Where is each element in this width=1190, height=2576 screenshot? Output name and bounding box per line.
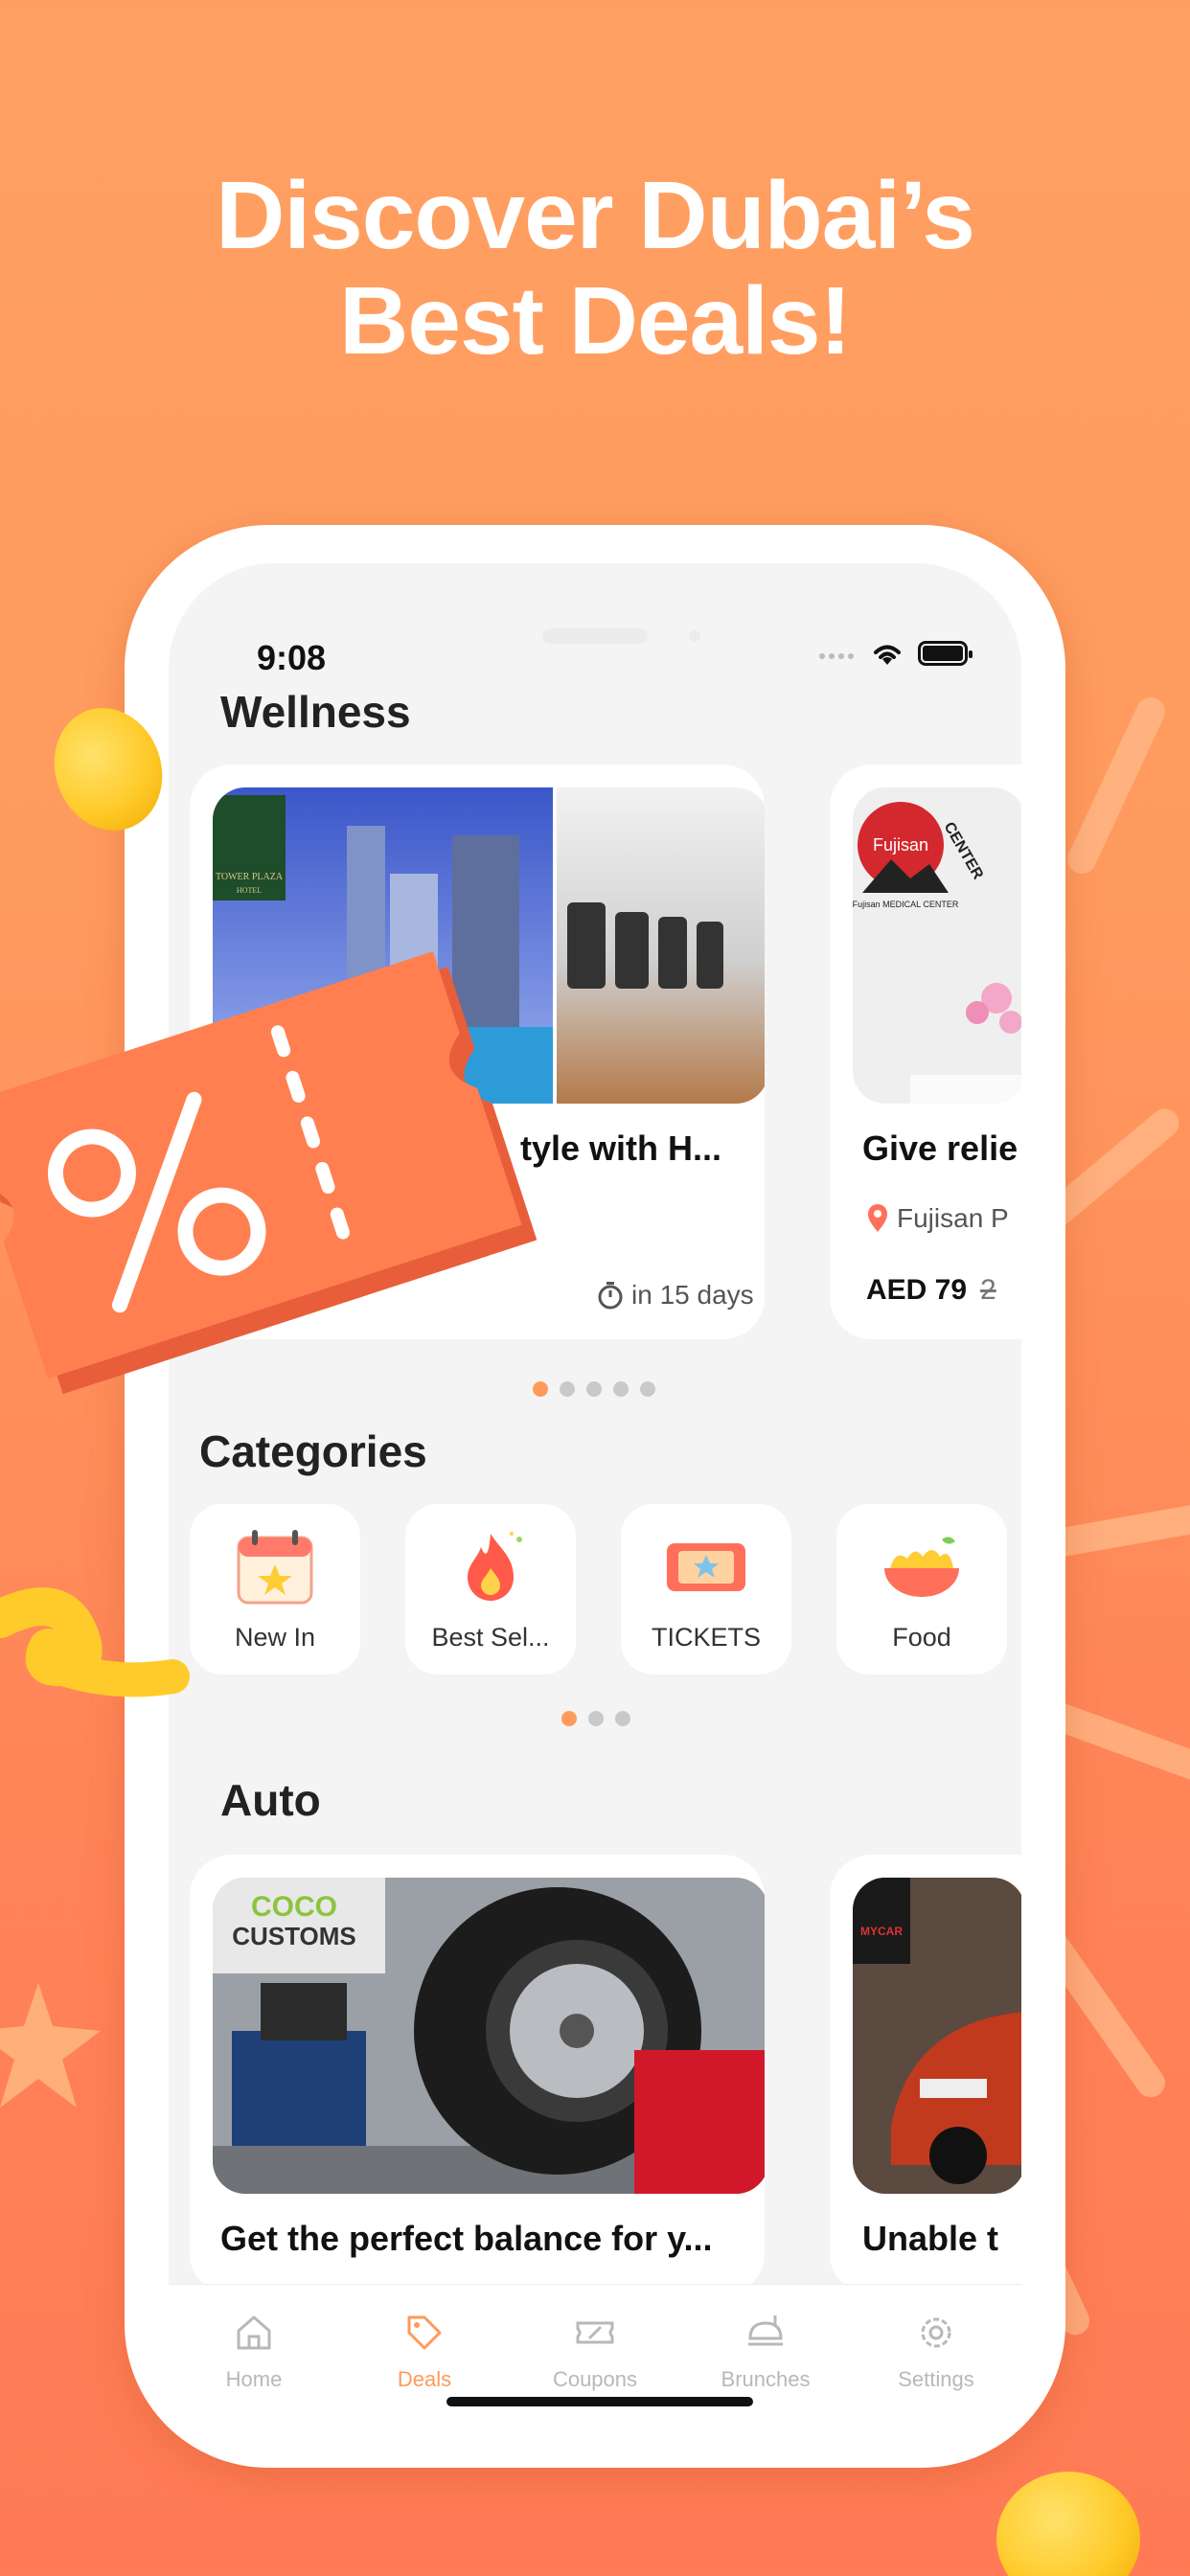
app-screen: 9:08 Wellness TOWER PLAZA HOTEL tyle wit… [169,563,1021,2429]
pager-dot[interactable] [586,1381,602,1397]
section-title-wellness: Wellness [220,687,411,737]
tab-bar: Home Deals Coupons Brunches Settings [169,2284,1021,2429]
headline: Discover Dubai’s Best Deals! [0,163,1190,374]
tab-deals[interactable]: Deals [339,2312,510,2392]
pager-dot[interactable] [640,1381,655,1397]
status-time: 9:08 [257,638,327,677]
tab-home[interactable]: Home [169,2312,339,2392]
tab-brunches[interactable]: Brunches [680,2312,851,2392]
headline-line2: Best Deals! [339,267,852,375]
deal-price-value: AED 79 [866,1274,968,1306]
hotel-logo-subtext: HOTEL [237,886,262,895]
category-best-sellers[interactable]: Best Sel... [405,1504,576,1675]
timer-icon [598,1282,623,1310]
deal-expiry: in 15 days [597,1280,754,1311]
category-label: New In [234,1623,316,1652]
fire-icon [447,1523,534,1609]
deal-title: Unable t [862,2219,999,2258]
wifi-icon [874,645,901,665]
coin-decoration [996,2472,1140,2576]
shop-logo-top-text: COCO [251,1891,337,1923]
home-icon [237,2315,271,2350]
deal-title: Give relie [862,1128,1018,1168]
status-icons [818,640,973,667]
pager-dot[interactable] [615,1711,630,1726]
tag-icon [407,2315,442,2350]
hotel-logo-text: TOWER PLAZA [216,872,284,882]
ticket-icon [663,1523,749,1609]
home-indicator [446,2397,753,2406]
deal-title: Get the perfect balance for y... [220,2219,713,2258]
tab-settings[interactable]: Settings [851,2312,1021,2392]
category-tickets[interactable]: TICKETS [621,1504,791,1675]
signal-icon [819,653,854,659]
clinic-logo-subtext: Fujisan MEDICAL CENTER [853,900,959,909]
tab-label: Brunches [721,2367,811,2391]
tab-label: Settings [898,2367,974,2391]
category-label: Food [892,1623,951,1652]
calendar-icon [232,1523,318,1609]
deal-card[interactable]: COCO CUSTOMS Get the perfect balance for… [190,1855,765,2295]
decor-ray [1063,693,1170,878]
speaker-grille [542,628,648,644]
tab-label: Home [225,2367,283,2391]
coupon-decoration [0,951,538,1395]
categories-pager[interactable] [561,1711,630,1726]
deal-location-text: Fujisan P [897,1203,1009,1233]
pager-dot[interactable] [588,1711,604,1726]
pager-dot[interactable] [613,1381,629,1397]
gear-icon [921,2317,951,2348]
location-pin-icon [868,1204,887,1232]
category-label: Best Sel... [431,1623,550,1652]
deal-image: COCO CUSTOMS [213,1878,765,2194]
deal-expiry-text: in 15 days [631,1280,754,1310]
deal-card[interactable]: MYCAR Unable t [830,1855,1021,2295]
deal-image: MYCAR [853,1878,1021,2194]
pager-dot[interactable] [561,1711,577,1726]
pasta-decoration [0,1587,190,1698]
tab-label: Coupons [552,2367,638,2391]
deal-image: Fujisan CENTER Fujisan MEDICAL CENTER [853,787,1021,1104]
brunch-icon [748,2315,783,2346]
clinic-logo-text: Fujisan [873,835,928,855]
coupon-icon [576,2321,614,2344]
shop-logo-text: CUSTOMS [232,1922,356,1950]
deal-card[interactable]: Fujisan CENTER Fujisan MEDICAL CENTER Gi… [830,764,1021,1339]
car-logo-text: MYCAR [860,1925,903,1938]
headline-line1: Discover Dubai’s [216,162,975,269]
section-title-auto: Auto [220,1775,321,1825]
tab-label: Deals [397,2367,452,2391]
deal-location: Fujisan P [866,1203,1009,1234]
noodles-icon [879,1523,965,1609]
phone-mockup: 9:08 Wellness TOWER PLAZA HOTEL tyle wit… [125,525,1065,2468]
deal-price: AED 79 2 [866,1274,996,1307]
category-new-in[interactable]: New In [190,1504,360,1675]
pager-dot[interactable] [560,1381,575,1397]
star-decoration [0,1983,101,2108]
category-label: TICKETS [651,1623,761,1652]
tab-coupons[interactable]: Coupons [510,2312,680,2392]
battery-icon [918,641,973,666]
deal-old-price: 2 [980,1274,996,1306]
category-food[interactable]: Food [836,1504,1007,1675]
front-camera [689,630,700,642]
section-title-categories: Categories [199,1426,427,1476]
